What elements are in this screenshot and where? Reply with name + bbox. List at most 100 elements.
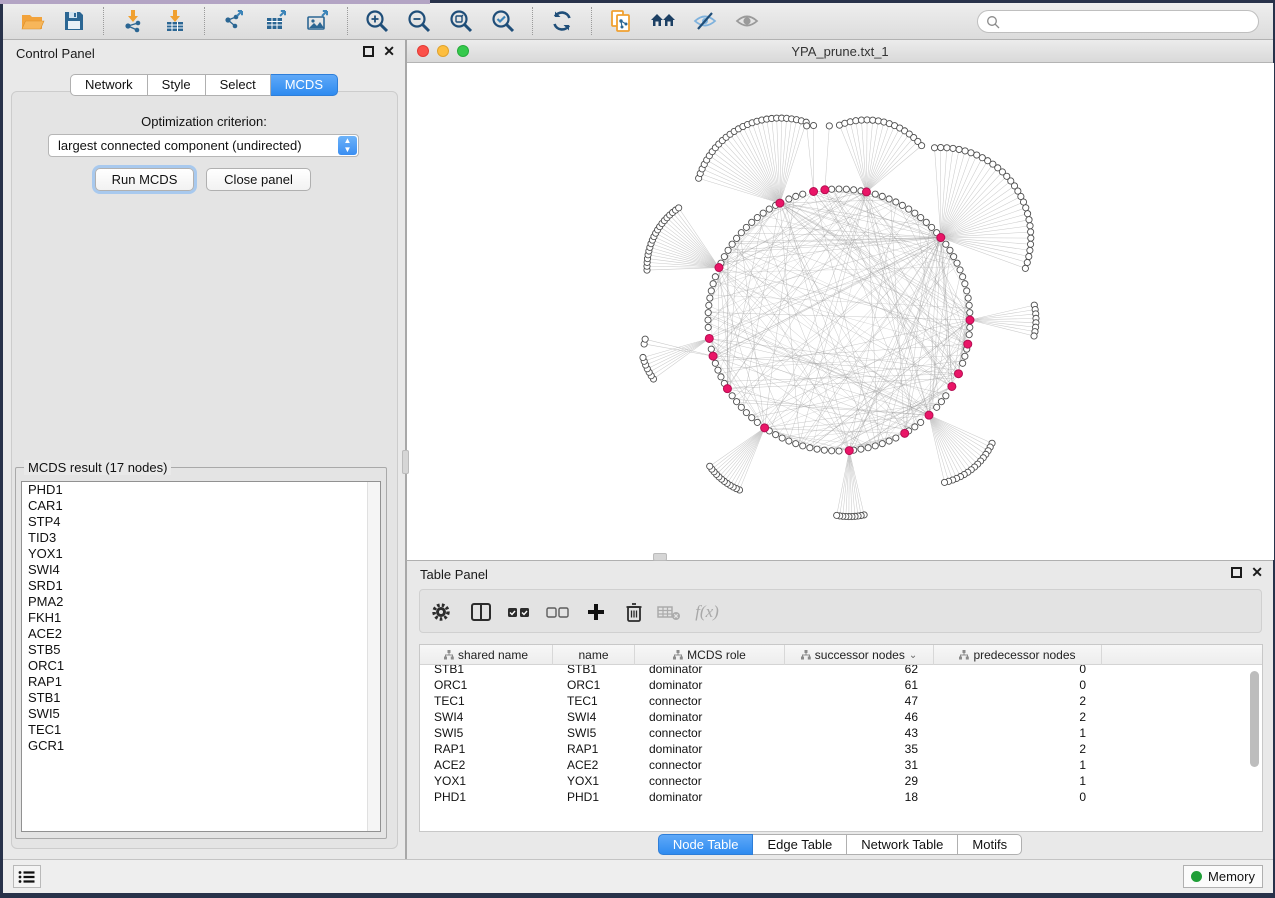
memory-button[interactable]: Memory	[1183, 865, 1263, 888]
export-table-button[interactable]	[261, 6, 291, 36]
mcds-list-scrollbar[interactable]	[367, 482, 380, 831]
select-all-button[interactable]	[502, 590, 536, 634]
network-node[interactable]	[826, 123, 832, 129]
table-row[interactable]: PHD1PHD1dominator180	[420, 789, 1262, 805]
network-node[interactable]	[793, 441, 799, 447]
network-node[interactable]	[886, 196, 892, 202]
mcds-result-item[interactable]: TEC1	[22, 722, 380, 738]
network-node[interactable]	[705, 317, 711, 323]
mcds-hub-node[interactable]	[715, 264, 723, 272]
network-node[interactable]	[710, 281, 716, 287]
show-columns-button[interactable]	[464, 590, 498, 634]
network-node[interactable]	[810, 122, 816, 128]
mcds-result-item[interactable]: PHD1	[22, 482, 380, 498]
network-node[interactable]	[705, 324, 711, 330]
network-node[interactable]	[886, 438, 892, 444]
mcds-hub-node[interactable]	[964, 340, 972, 348]
table-row[interactable]: ORC1ORC1dominator610	[420, 677, 1262, 693]
mcds-result-item[interactable]: ORC1	[22, 658, 380, 674]
column-header-shared-name[interactable]: shared name	[420, 645, 553, 665]
mcds-hub-node[interactable]	[723, 385, 731, 393]
close-panel-button[interactable]: Close panel	[206, 168, 311, 191]
network-node[interactable]	[938, 399, 944, 405]
network-node[interactable]	[968, 150, 974, 156]
network-node[interactable]	[786, 438, 792, 444]
network-node[interactable]	[879, 441, 885, 447]
mcds-hub-node[interactable]	[901, 429, 909, 437]
table-row[interactable]: SWI5SWI5connector431	[420, 725, 1262, 741]
network-node[interactable]	[962, 148, 968, 154]
function-builder-button[interactable]: f(x)	[690, 590, 724, 634]
network-node[interactable]	[956, 146, 962, 152]
network-node[interactable]	[640, 354, 646, 360]
float-panel-icon[interactable]	[1231, 567, 1242, 578]
network-node[interactable]	[836, 448, 842, 454]
mcds-hub-node[interactable]	[776, 199, 784, 207]
mcds-result-item[interactable]: SWI5	[22, 706, 380, 722]
network-node[interactable]	[1027, 223, 1033, 229]
network-node[interactable]	[733, 235, 739, 241]
column-header-MCDS-role[interactable]: MCDS role	[635, 645, 785, 665]
zoom-fit-button[interactable]	[446, 6, 476, 36]
network-node[interactable]	[676, 205, 682, 211]
network-node[interactable]	[851, 187, 857, 193]
network-node[interactable]	[766, 206, 772, 212]
network-node[interactable]	[800, 443, 806, 449]
network-node[interactable]	[760, 210, 766, 216]
network-node[interactable]	[829, 186, 835, 192]
network-node[interactable]	[906, 206, 912, 212]
network-node[interactable]	[738, 230, 744, 236]
network-node[interactable]	[749, 415, 755, 421]
network-node[interactable]	[929, 224, 935, 230]
new-network-from-selection-button[interactable]	[606, 6, 636, 36]
network-node[interactable]	[754, 214, 760, 220]
network-node[interactable]	[721, 254, 727, 260]
network-node[interactable]	[793, 193, 799, 199]
network-node[interactable]	[934, 404, 940, 410]
save-session-button[interactable]	[59, 6, 89, 36]
zoom-selected-button[interactable]	[488, 6, 518, 36]
network-node[interactable]	[738, 404, 744, 410]
network-node[interactable]	[931, 145, 937, 151]
delete-columns-button[interactable]	[617, 590, 651, 634]
table-row[interactable]: ACE2ACE2connector311	[420, 757, 1262, 773]
network-node[interactable]	[706, 302, 712, 308]
network-node[interactable]	[1020, 199, 1026, 205]
network-node[interactable]	[1028, 235, 1034, 241]
network-node[interactable]	[749, 219, 755, 225]
network-node[interactable]	[729, 393, 735, 399]
mcds-hub-node[interactable]	[862, 188, 870, 196]
create-column-button[interactable]	[579, 590, 613, 634]
network-node[interactable]	[729, 241, 735, 247]
export-network-button[interactable]	[219, 6, 249, 36]
mcds-result-item[interactable]: SWI4	[22, 562, 380, 578]
close-panel-icon[interactable]: ✕	[1251, 567, 1263, 578]
network-node[interactable]	[967, 324, 973, 330]
horizontal-splitter-handle[interactable]	[653, 553, 667, 561]
network-node[interactable]	[705, 310, 711, 316]
network-node[interactable]	[918, 419, 924, 425]
network-node[interactable]	[960, 274, 966, 280]
network-node[interactable]	[773, 432, 779, 438]
network-node[interactable]	[962, 281, 968, 287]
network-node[interactable]	[1028, 229, 1034, 235]
import-network-button[interactable]	[118, 6, 148, 36]
mcds-hub-node[interactable]	[845, 447, 853, 455]
network-node[interactable]	[1027, 241, 1033, 247]
network-node[interactable]	[865, 445, 871, 451]
network-node[interactable]	[743, 410, 749, 416]
network-node[interactable]	[1023, 205, 1029, 211]
run-mcds-button[interactable]: Run MCDS	[95, 168, 194, 191]
network-node[interactable]	[712, 274, 718, 280]
table-row[interactable]: TEC1TEC1connector472	[420, 693, 1262, 709]
network-node[interactable]	[941, 479, 947, 485]
network-node[interactable]	[947, 247, 953, 253]
network-node[interactable]	[708, 346, 714, 352]
search-input[interactable]	[1004, 12, 1252, 31]
mcds-result-item[interactable]: GCR1	[22, 738, 380, 754]
deselect-all-button[interactable]	[541, 590, 575, 634]
network-node[interactable]	[800, 191, 806, 197]
tab-network[interactable]: Network	[70, 74, 148, 96]
network-node[interactable]	[829, 448, 835, 454]
network-node[interactable]	[712, 360, 718, 366]
